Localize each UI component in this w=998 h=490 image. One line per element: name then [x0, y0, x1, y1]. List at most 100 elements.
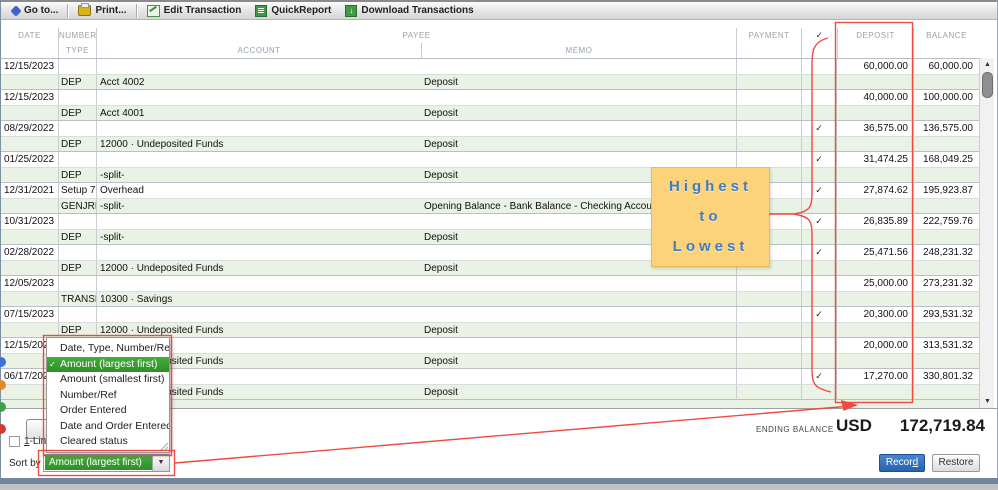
cell-balance-empty [913, 75, 979, 90]
edit-transaction-button[interactable]: Edit Transaction [140, 3, 249, 19]
cell-type: TRANSFR [58, 292, 96, 307]
sort-menu-item[interactable]: Date and Order Entered [47, 419, 169, 435]
ending-balance-value: 172,719.84 [885, 416, 985, 436]
cell-date-empty [1, 137, 58, 152]
cell-balance-empty [913, 354, 979, 369]
transaction-row-line1[interactable]: 12/15/202340,000.00100,000.00 [1, 89, 979, 105]
highest-to-lowest-callout: Highest to Lowest [651, 167, 770, 267]
cell-account: -split- [96, 230, 421, 245]
cell-account: Acct 4001 [96, 106, 421, 121]
transaction-row-line2[interactable]: DEP-split-Deposit [1, 229, 979, 245]
cell-number [58, 121, 96, 136]
cell-balance: 273,231.32 [913, 276, 979, 291]
cell-cleared [801, 90, 837, 105]
print-button[interactable]: Print... [71, 3, 133, 19]
cell-balance-empty [913, 137, 979, 152]
transaction-row-line1[interactable]: 12/31/2021Setup 7Overhead✓27,874.62195,9… [1, 182, 979, 198]
cell-cleared-empty [801, 323, 837, 338]
sort-menu-item[interactable]: Order Entered [47, 403, 169, 419]
cell-date-empty [1, 230, 58, 245]
cell-balance: 136,575.00 [913, 121, 979, 136]
header-number[interactable]: NUMBER [58, 28, 96, 43]
cell-balance: 293,531.32 [913, 307, 979, 322]
cell-deposit: 25,471.56 [837, 245, 913, 260]
header-payment[interactable]: PAYMENT [736, 28, 801, 43]
cell-payment [736, 369, 801, 384]
header-memo[interactable]: MEMO [421, 43, 736, 58]
cell-date: 12/15/2023 [1, 90, 58, 105]
sort-by-dropdown[interactable]: Amount (largest first) ▼ [43, 454, 170, 472]
transaction-row-line1[interactable]: 12/15/202360,000.0060,000.00 [1, 58, 979, 74]
cell-date-empty [1, 106, 58, 121]
cell-payment-empty [736, 137, 801, 152]
cell-balance: 222,759.76 [913, 214, 979, 229]
cell-payment [736, 276, 801, 291]
sort-menu-item[interactable]: Number/Ref [47, 388, 169, 404]
download-transactions-button[interactable]: ↓ Download Transactions [338, 3, 480, 19]
cell-number [58, 59, 96, 74]
transaction-row-line1[interactable]: 08/29/2022✓36,575.00136,575.00 [1, 120, 979, 136]
quickreport-button[interactable]: QuickReport [248, 3, 338, 19]
header-type[interactable]: TYPE [58, 43, 96, 58]
scroll-up-button[interactable]: ▲ [981, 58, 994, 71]
register-window: Go to... Print... Edit Transaction Quick… [0, 0, 998, 478]
cell-cleared: ✓ [801, 152, 837, 167]
cell-number [58, 276, 96, 291]
transaction-row-line2[interactable]: DEP12000 · Undeposited FundsDeposit [1, 136, 979, 152]
transaction-row-line1[interactable]: 02/28/2022✓25,471.56248,231.32 [1, 244, 979, 260]
header-balance[interactable]: BALANCE [913, 28, 979, 43]
header-cleared[interactable]: ✓ [801, 28, 837, 43]
transaction-row-line2[interactable]: DEP-split-Deposit [1, 167, 979, 183]
transaction-row-line2[interactable]: DEP12000 · Undeposited FundsDeposit [1, 322, 979, 338]
vertical-scrollbar[interactable]: ▲ ▼ [979, 58, 994, 408]
transaction-row-line2[interactable]: DEP12000 · Undeposited FundsDeposit [1, 260, 979, 276]
scroll-down-button[interactable]: ▼ [981, 395, 994, 408]
sort-menu-item[interactable]: ✓Amount (largest first) [47, 357, 169, 373]
cell-date-empty [1, 168, 58, 183]
sort-menu-item[interactable]: Date, Type, Number/Ref [47, 341, 169, 357]
transaction-row-line1[interactable]: 07/15/2023✓20,300.00293,531.32 [1, 306, 979, 322]
cell-number [58, 90, 96, 105]
header-date[interactable]: DATE [1, 28, 58, 43]
record-button[interactable]: Record [879, 454, 925, 472]
transaction-row-line1[interactable]: 12/05/202325,000.00273,231.32 [1, 275, 979, 291]
transaction-row-line2[interactable]: TRANSFR10300 · Savings [1, 291, 979, 307]
scrollbar-thumb[interactable] [982, 72, 993, 98]
cell-deposit: 26,835.89 [837, 214, 913, 229]
cell-balance-empty [913, 323, 979, 338]
header-deposit[interactable]: DEPOSIT [837, 28, 913, 43]
cell-memo: Deposit [421, 137, 736, 152]
cell-balance: 313,531.32 [913, 338, 979, 353]
cell-date: 10/31/2023 [1, 214, 58, 229]
cell-deposit: 36,575.00 [837, 121, 913, 136]
cell-type: DEP [58, 75, 96, 90]
cell-payment [736, 307, 801, 322]
go-to-label: Go to... [24, 5, 58, 16]
transaction-row-line1[interactable]: 10/31/2023✓26,835.89222,759.76 [1, 213, 979, 229]
header-payee[interactable]: PAYEE [96, 28, 736, 43]
cell-date-empty [1, 199, 58, 214]
sort-menu-item[interactable]: Cleared status [47, 434, 169, 450]
callout-line: Highest [652, 172, 769, 202]
cell-type: DEP [58, 261, 96, 276]
go-to-button[interactable]: Go to... [5, 3, 65, 19]
one-line-checkbox[interactable] [9, 436, 20, 447]
resize-grip-icon[interactable] [160, 443, 168, 451]
cell-account: 12000 · Undeposited Funds [96, 261, 421, 276]
cell-cleared [801, 338, 837, 353]
transaction-row-line1[interactable]: 01/25/2022✓31,474.25168,049.25 [1, 151, 979, 167]
transaction-row-line2[interactable]: DEPAcct 4001Deposit [1, 105, 979, 121]
cell-account: -split- [96, 168, 421, 183]
cell-cleared: ✓ [801, 369, 837, 384]
cell-cleared [801, 276, 837, 291]
sort-menu-item[interactable]: Amount (smallest first) [47, 372, 169, 388]
cell-cleared-empty [801, 168, 837, 183]
cell-cleared: ✓ [801, 307, 837, 322]
transaction-row-line2[interactable]: GENJRN-split-Opening Balance - Bank Bala… [1, 198, 979, 214]
dropdown-arrow-icon[interactable]: ▼ [152, 455, 169, 471]
cell-date: 12/05/2023 [1, 276, 58, 291]
header-account[interactable]: ACCOUNT [96, 43, 421, 58]
restore-button[interactable]: Restore [932, 454, 980, 472]
transaction-row-line2[interactable]: DEPAcct 4002Deposit [1, 74, 979, 90]
toolbar-separator [136, 4, 138, 18]
